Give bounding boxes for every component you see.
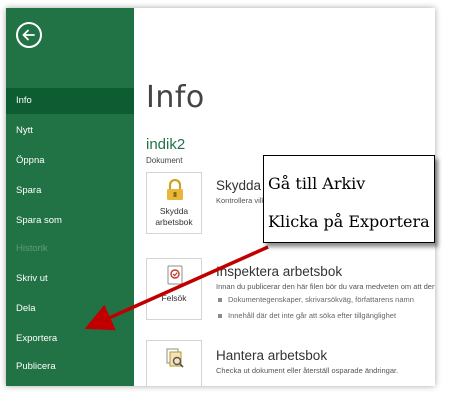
callout-line-1: Gå till Arkiv [268, 174, 366, 193]
callout-line-2: Klicka på Exportera [268, 212, 430, 231]
instruction-callout: Gå till Arkiv Klicka på Exportera [263, 155, 435, 243]
